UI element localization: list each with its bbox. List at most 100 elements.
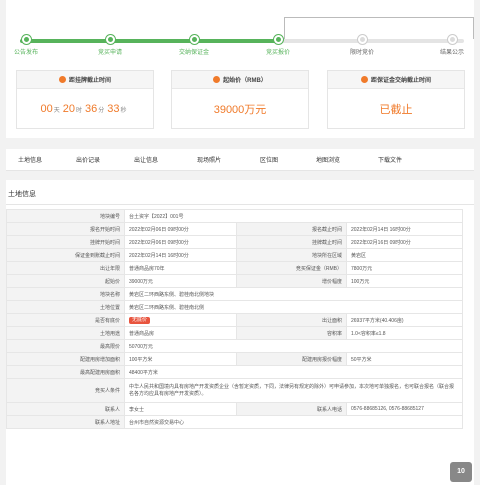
step-label: 竞买申请	[97, 50, 122, 56]
tab-map-browse[interactable]: 地图浏览	[316, 155, 340, 164]
label-extra-area: 配建用房增加面积	[6, 352, 125, 366]
label-listing-end: 挂牌截止时间	[236, 235, 347, 249]
tab-bar: 土地信息 出价记录 出让信息 现场照片 区位图 地图浏览 下载文件	[6, 149, 474, 171]
value-listing-end: 2022年02月16日 09时00分	[346, 235, 463, 249]
value-bid-deposit: 7800万元	[346, 261, 463, 275]
label-reg-start: 报名开始时间	[6, 222, 125, 236]
table-row: 最高限价 50700万元	[6, 339, 463, 353]
table-row: 保证金到账截止时间 2022年02月14日 16时00分 地块所在区域 黄岩区	[6, 248, 463, 262]
table-row: 最高配建用房面积 48400平方米	[6, 365, 463, 379]
land-info-title: 土地信息	[8, 191, 36, 198]
value-reg-end: 2022年02月14日 16时00分	[346, 222, 463, 236]
label-increment: 增价幅度	[236, 274, 347, 288]
tab-download-files[interactable]: 下载文件	[378, 155, 402, 164]
table-row: 联系人 李女士 联系人电话 0576-88685126, 0576-88685127	[6, 402, 463, 416]
value-contact: 李女士	[124, 402, 237, 416]
status-card: 公告发布 竞买申请 交纳保证金 竞买报价 限时竞价 结果公示 距挂牌截止时间 0…	[6, 0, 474, 138]
step-deposit: 交纳保证金	[164, 35, 224, 56]
price-icon	[213, 76, 221, 83]
no-reserve-badge: 无底价	[129, 316, 151, 324]
value-start-price: 39000万元	[124, 274, 237, 288]
value-reg-start: 2022年02月06日 09时00分	[124, 222, 237, 236]
deposit-value: 已截止	[379, 104, 413, 116]
countdown-minutes: 36	[85, 103, 98, 115]
label-plot-number: 地块编号	[6, 209, 125, 223]
label-reg-end: 报名截止时间	[236, 222, 347, 236]
step-timed-bidding: 限时竞价	[332, 35, 392, 56]
step-dot	[21, 35, 31, 44]
value-bidder-conditions: 中华人民共和国境内具有房地产开发资质企业（含暂定资质，下同，法律另有规定的除外）…	[124, 378, 463, 403]
value-plot-number: 台土资字【2022】001号	[124, 209, 463, 223]
tab-location-map[interactable]: 区位图	[260, 155, 278, 164]
value-extra-area: 100平方米	[124, 352, 237, 366]
table-row: 出让年限 普通商品房70年 竞买保证金（RMB） 7800万元	[6, 261, 463, 275]
deposit-icon	[360, 76, 368, 83]
label-listing-start: 挂牌开始时间	[6, 235, 125, 249]
value-plot-ratio: 1.0<容积率≤1.8	[346, 326, 463, 340]
clock-icon	[58, 76, 66, 83]
table-row: 报名开始时间 2022年02月06日 09时00分 报名截止时间 2022年02月14…	[6, 222, 463, 236]
table-row: 土地用途 普通商品房 容积率 1.0<容积率≤1.8	[6, 326, 463, 340]
progress-fill	[20, 39, 277, 43]
value-land-use: 普通商品房	[124, 326, 237, 340]
deposit-box: 距保证金交纳截止时间 已截止	[327, 70, 465, 129]
label-start-price: 起始价	[6, 274, 125, 288]
label-region: 地块所在区域	[236, 248, 347, 262]
table-row: 竞买人条件 中华人民共和国境内具有房地产开发资质企业（含暂定资质，下同，法律另有规…	[6, 378, 463, 403]
step-application: 竞买申请	[80, 35, 140, 56]
label-reserve-price: 是否有底价	[6, 313, 125, 327]
divider	[6, 204, 474, 205]
floating-badge[interactable]: 10	[450, 462, 472, 482]
table-row: 是否有底价 无底价 出让面积 26937平方米(40.406亩)	[6, 313, 463, 327]
label-max-price: 最高限价	[6, 339, 125, 353]
countdown-hours: 20	[62, 103, 75, 115]
step-label: 限时竞价	[349, 50, 374, 56]
value-term: 普通商品房70年	[124, 261, 237, 275]
countdown-days: 00	[40, 103, 53, 115]
countdown-hours-unit: 时	[75, 107, 82, 114]
countdown-title: 距挂牌截止时间	[68, 78, 111, 84]
table-row: 配建用房增加面积 100平方米 配建用房报价幅度 50平方米	[6, 352, 463, 366]
label-contact-address: 联系人地址	[6, 415, 125, 429]
step-result: 结果公示	[422, 35, 480, 56]
tab-site-photos[interactable]: 现场照片	[197, 155, 221, 164]
start-price-value: 39000万元	[213, 104, 267, 116]
table-row: 挂牌开始时间 2022年02月06日 09时00分 挂牌截止时间 2022年02月16…	[6, 235, 463, 249]
table-row: 地块名称 黄岩区二环西路东侧、碧桂南北侧地块	[6, 287, 463, 301]
value-area: 26937平方米(40.406亩)	[346, 313, 463, 327]
countdown-days-unit: 天	[53, 107, 60, 114]
table-row: 地块编号 台土资字【2022】001号	[6, 209, 463, 223]
step-label: 竞买报价	[265, 50, 290, 56]
countdown-value: 00 天 20 时 36 分 33 秒	[17, 89, 153, 129]
countdown-seconds: 33	[107, 103, 120, 115]
land-info-panel: 土地信息 地块编号 台土资字【2022】001号 报名开始时间 2022年02月06…	[6, 180, 474, 485]
value-max-housing-area: 48400平方米	[124, 365, 463, 379]
step-label: 结果公示	[439, 50, 464, 56]
label-contact-phone: 联系人电话	[236, 402, 347, 416]
tab-bid-records[interactable]: 出价记录	[76, 155, 100, 164]
step-dot	[447, 35, 457, 44]
start-price-head: 起始价（RMB）	[172, 71, 308, 89]
land-info-table: 地块编号 台土资字【2022】001号 报名开始时间 2022年02月06日 09时…	[6, 209, 463, 429]
countdown-box: 距挂牌截止时间 00 天 20 时 36 分 33 秒	[16, 70, 154, 129]
deposit-title: 距保证金交纳截止时间	[370, 78, 431, 84]
label-bidder-conditions: 竞买人条件	[6, 378, 125, 403]
label-area: 出让面积	[236, 313, 347, 327]
label-quote-increment: 配建用房报价幅度	[236, 352, 347, 366]
value-region: 黄岩区	[346, 248, 463, 262]
countdown-seconds-unit: 秒	[120, 107, 127, 114]
value-deposit-deadline: 2022年02月14日 16时00分	[124, 248, 237, 262]
value-contact-address: 台州市自然资源交易中心	[124, 415, 463, 429]
label-max-housing-area: 最高配建用房面积	[6, 365, 125, 379]
deposit-head: 距保证金交纳截止时间	[328, 71, 464, 89]
step-dot	[357, 35, 367, 44]
value-plot-name: 黄岩区二环西路东侧、碧桂南北侧地块	[124, 287, 463, 301]
value-location: 黄岩区二环西路东侧、碧桂南北侧	[124, 300, 463, 314]
tab-land-info[interactable]: 土地信息	[18, 155, 42, 164]
countdown-head: 距挂牌截止时间	[17, 71, 153, 89]
label-contact: 联系人	[6, 402, 125, 416]
tab-transfer-info[interactable]: 出让信息	[134, 155, 158, 164]
countdown-minutes-unit: 分	[98, 107, 105, 114]
table-row: 联系人地址 台州市自然资源交易中心	[6, 415, 463, 429]
step-bidding: 竞买报价	[248, 35, 308, 56]
